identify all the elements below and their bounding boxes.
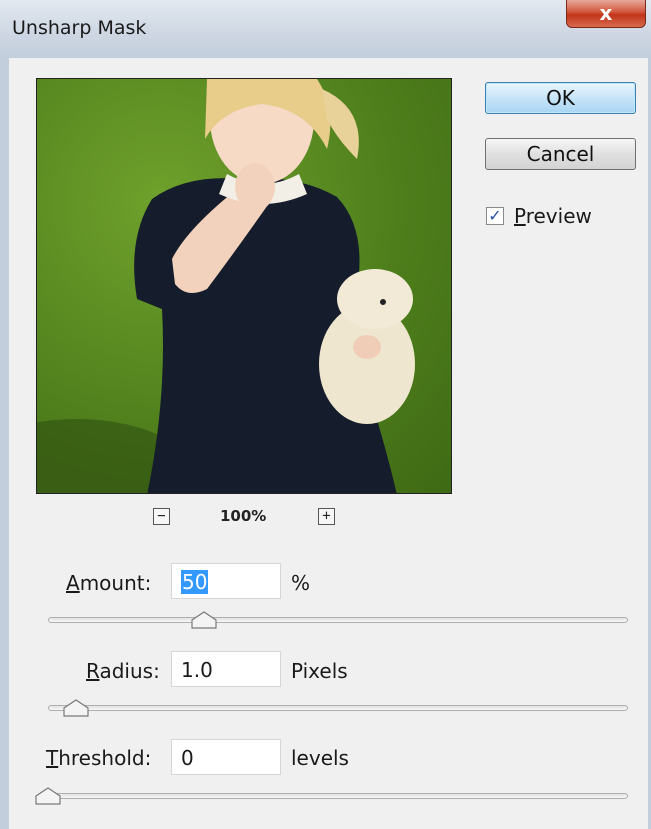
amount-field[interactable]: 50 xyxy=(171,563,281,599)
window-title: Unsharp Mask xyxy=(12,17,147,39)
radius-slider[interactable] xyxy=(48,705,628,711)
preview-checkbox-label[interactable]: Preview xyxy=(514,204,592,228)
radius-label: Radius: xyxy=(86,659,160,683)
preview-checkbox[interactable]: ✓ xyxy=(486,207,504,225)
minus-icon: − xyxy=(157,508,166,524)
zoom-out-button[interactable]: − xyxy=(153,508,170,525)
zoom-in-button[interactable]: + xyxy=(318,508,335,525)
amount-unit: % xyxy=(291,571,311,595)
close-button[interactable]: x xyxy=(566,0,646,28)
amount-label: Amount: xyxy=(66,571,152,595)
radius-field[interactable]: 1.0 xyxy=(171,651,281,687)
radius-unit: Pixels xyxy=(291,659,348,683)
threshold-field[interactable]: 0 xyxy=(171,739,281,775)
threshold-unit: levels xyxy=(291,746,349,770)
plus-icon: + xyxy=(322,508,331,524)
preview-photo xyxy=(37,79,415,493)
amount-slider-thumb[interactable] xyxy=(191,611,217,629)
threshold-label: Threshold: xyxy=(46,746,152,770)
window-frame-left xyxy=(0,58,9,829)
checkmark-icon: ✓ xyxy=(488,206,502,225)
threshold-slider[interactable] xyxy=(48,793,628,799)
preview-image[interactable] xyxy=(36,78,452,494)
threshold-slider-thumb[interactable] xyxy=(35,787,61,805)
radius-slider-thumb[interactable] xyxy=(63,699,89,717)
cancel-button[interactable]: Cancel xyxy=(485,138,636,170)
amount-slider[interactable] xyxy=(48,617,628,623)
zoom-level: 100% xyxy=(220,507,267,525)
ok-button[interactable]: OK xyxy=(485,82,636,114)
title-bar: Unsharp Mask x xyxy=(0,0,651,58)
close-icon: x xyxy=(599,1,613,25)
